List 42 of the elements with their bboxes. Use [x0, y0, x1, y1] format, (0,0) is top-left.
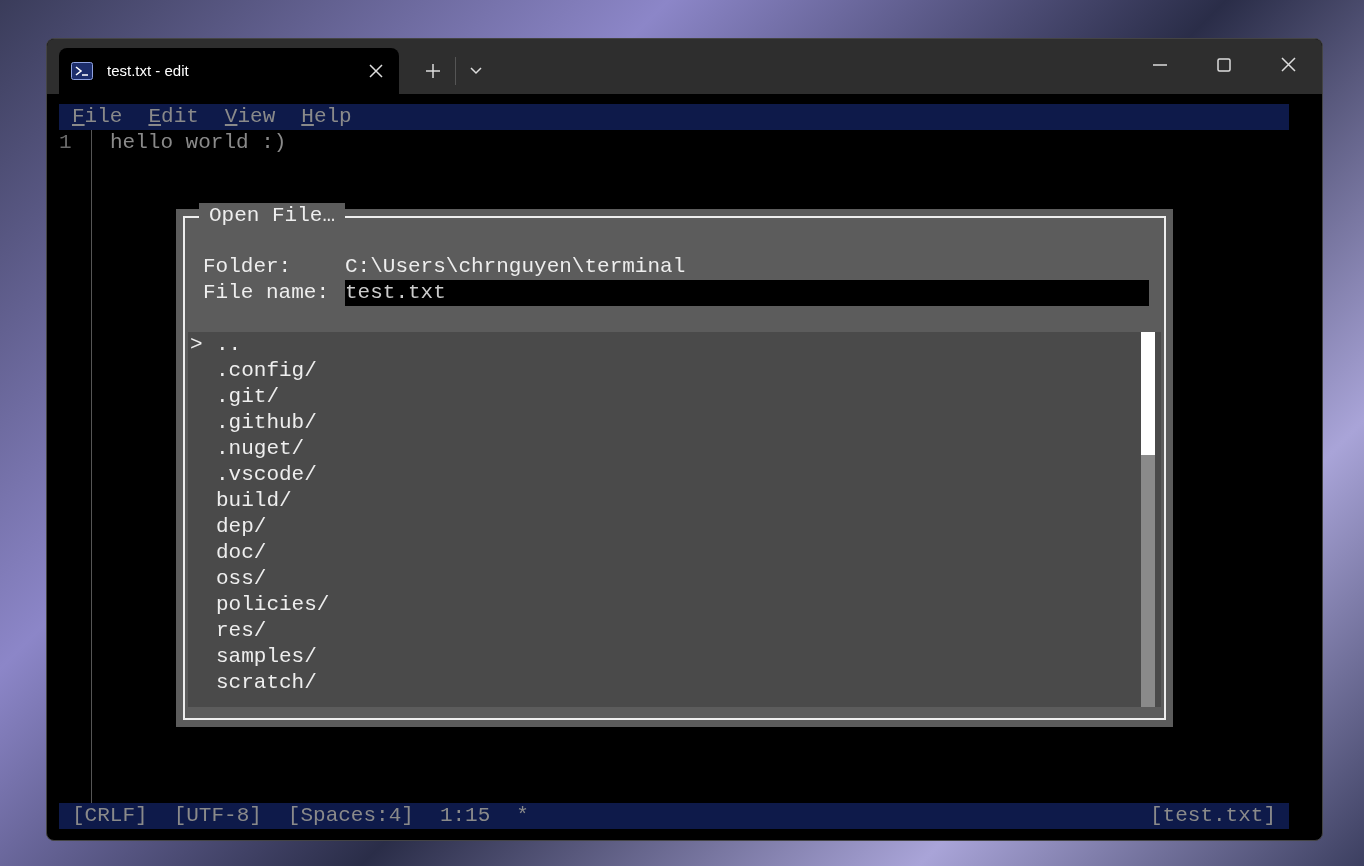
file-list-item[interactable]: .vscode/	[188, 462, 1161, 488]
selection-cursor: >	[190, 333, 203, 356]
close-icon[interactable]	[369, 64, 383, 78]
status-item: [UTF-8]	[173, 803, 262, 829]
file-list-item[interactable]: res/	[188, 618, 1161, 644]
folder-path: C:\Users\chrnguyen\terminal	[345, 254, 686, 280]
file-list-item[interactable]: > ..	[188, 332, 1161, 358]
status-item: [Spaces:4]	[287, 803, 414, 829]
file-name-field[interactable]: test.txt	[345, 280, 1149, 306]
file-list-item[interactable]: scratch/	[188, 670, 1161, 696]
status-file-name: [test.txt]	[1149, 803, 1276, 829]
file-list-item[interactable]: dep/	[188, 514, 1161, 540]
tab-title: test.txt - edit	[107, 60, 190, 81]
file-list-item[interactable]: oss/	[188, 566, 1161, 592]
close-icon[interactable]	[1281, 57, 1296, 72]
file-list-item[interactable]: doc/	[188, 540, 1161, 566]
file-list-item[interactable]: build/	[188, 488, 1161, 514]
menu-item[interactable]: File	[72, 104, 123, 130]
folder-label: Folder:	[203, 254, 293, 280]
menu-item[interactable]: Edit	[148, 104, 199, 130]
file-name-label: File name:	[203, 280, 331, 306]
chevron-down-icon[interactable]	[470, 67, 482, 75]
scrollbar-thumb[interactable]	[1141, 332, 1155, 455]
maximize-icon[interactable]	[1217, 57, 1231, 72]
menu-item[interactable]: Help	[301, 104, 352, 130]
file-list-item[interactable]: .git/	[188, 384, 1161, 410]
file-list-item[interactable]: .config/	[188, 358, 1161, 384]
menu-item[interactable]: View	[224, 104, 276, 130]
terminal-tab[interactable]: test.txt - edit	[59, 48, 399, 94]
terminal-prompt-icon	[71, 62, 93, 80]
status-item: [CRLF]	[72, 803, 148, 829]
minimize-icon[interactable]	[1153, 63, 1167, 66]
file-list-item[interactable]: .nuget/	[188, 436, 1161, 462]
status-item: *	[516, 803, 529, 829]
file-list-item[interactable]: .github/	[188, 410, 1161, 436]
plus-icon[interactable]	[425, 63, 441, 79]
status-item: 1:15	[439, 803, 491, 829]
code-line: hello world :)	[110, 130, 287, 156]
file-list-item[interactable]: policies/	[188, 592, 1161, 618]
line-number: 1	[59, 130, 73, 156]
file-list-item[interactable]: samples/	[188, 644, 1161, 670]
scrollbar[interactable]	[1141, 332, 1155, 707]
